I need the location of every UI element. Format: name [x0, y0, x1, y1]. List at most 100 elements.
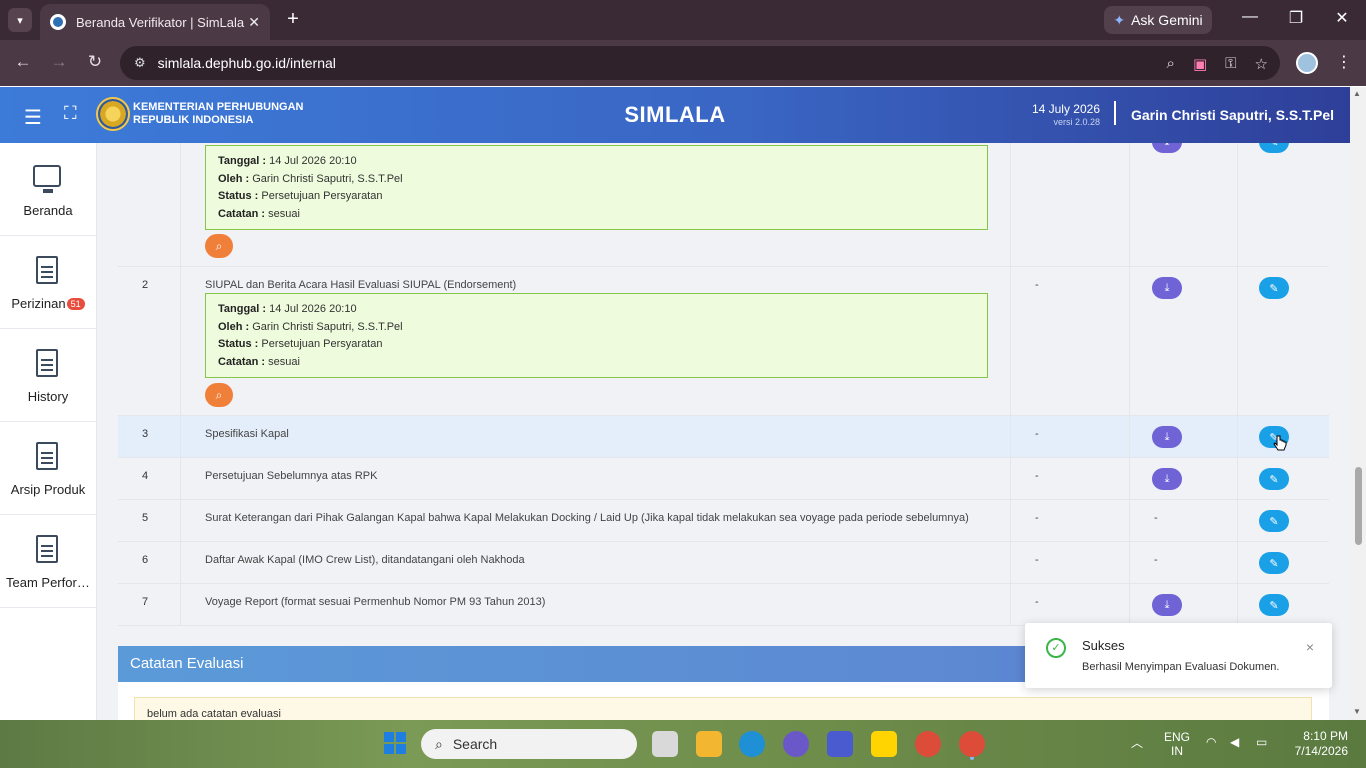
document-icon — [36, 442, 58, 470]
browser-menu-icon[interactable]: ⋮ — [1336, 52, 1352, 72]
table-row: 6 Daftar Awak Kapal (IMO Crew List), dit… — [118, 542, 1329, 584]
edit-button[interactable]: ✎ — [1259, 510, 1289, 532]
sidebar-item-arsip-produk[interactable]: Arsip Produk — [0, 422, 96, 515]
toast-close-icon[interactable]: × — [1306, 639, 1314, 655]
restore-icon[interactable]: ❐ — [1284, 8, 1308, 28]
taskbar-search[interactable]: ⌕ Search — [421, 729, 637, 759]
table-row: 4 Persetujuan Sebelumnya atas RPK - ⤓ ✎ — [118, 458, 1329, 500]
verification-info-box: Tanggal : 14 Jul 2026 20:10 Oleh : Garin… — [205, 293, 988, 378]
edge-browser-icon[interactable] — [739, 731, 765, 757]
scroll-up-icon[interactable]: ▲ — [1353, 89, 1361, 98]
camera-app-icon[interactable] — [827, 731, 853, 757]
edit-button[interactable]: ✎ — [1259, 468, 1289, 490]
tanggal-value: 14 Jul 2026 20:10 — [269, 155, 357, 167]
catatan-label: Catatan : — [218, 355, 266, 368]
task-view-icon[interactable] — [652, 731, 678, 757]
check-circle-icon: ✓ — [1046, 638, 1066, 658]
document-name: Spesifikasi Kapal — [205, 428, 289, 440]
search-icon: ⌕ — [435, 735, 443, 752]
volume-icon[interactable]: ◀ — [1230, 735, 1239, 749]
oleh-value: Garin Christi Saputri, S.S.T.Pel — [252, 172, 403, 185]
taskbar-clock[interactable]: 8:10 PM 7/14/2026 — [1292, 729, 1348, 759]
app-icon[interactable] — [783, 731, 809, 757]
sidebar-item-label: Perizinan — [11, 296, 66, 311]
table-row: 3 Spesifikasi Kapal - ⤓ ✎ — [118, 416, 1329, 458]
hamburger-menu-icon[interactable]: ☰ — [24, 105, 42, 130]
windows-start-icon[interactable] — [384, 732, 406, 754]
oleh-label: Oleh : — [218, 320, 250, 333]
ministry-logo — [96, 97, 130, 131]
header-separator — [1114, 101, 1116, 125]
fullscreen-icon[interactable]: ⛶ — [64, 103, 77, 124]
edit-button[interactable]: ✎ — [1259, 143, 1289, 153]
file-explorer-icon[interactable] — [696, 731, 722, 757]
site-info-icon[interactable]: ⚙ — [134, 55, 146, 71]
minimize-icon[interactable]: — — [1238, 8, 1262, 26]
password-key-icon[interactable]: ⚿ — [1225, 55, 1236, 73]
wifi-icon[interactable]: ◠ — [1206, 735, 1216, 749]
user-name[interactable]: Garin Christi Saputri, S.S.T.Pel — [1131, 107, 1334, 123]
document-name: Voyage Report (format sesuai Permenhub N… — [205, 596, 546, 608]
back-icon[interactable]: ← — [12, 52, 34, 72]
bookmark-star-icon[interactable]: ☆ — [1255, 55, 1268, 73]
sidebar-item-beranda[interactable]: Beranda — [0, 143, 96, 236]
install-app-icon[interactable]: ▣ — [1193, 55, 1207, 73]
scroll-down-icon[interactable]: ▼ — [1353, 707, 1361, 716]
address-bar[interactable]: ⚙ simlala.dephub.go.id/internal — [120, 46, 1280, 80]
toast-title: Sukses — [1082, 638, 1125, 653]
zoom-icon[interactable]: ⌕ — [1167, 55, 1175, 73]
tab-title: Beranda Verifikator | SimLala — [76, 14, 245, 30]
table-row: 2 SIUPAL dan Berita Acara Hasil Evaluasi… — [118, 267, 1329, 416]
tab-close-icon[interactable]: ✕ — [248, 14, 260, 31]
battery-icon[interactable]: ▭ — [1256, 735, 1267, 749]
sticky-notes-icon[interactable] — [871, 731, 897, 757]
sidebar-item-history[interactable]: History — [0, 329, 96, 422]
toast-message: Berhasil Menyimpan Evaluasi Dokumen. — [1082, 661, 1280, 673]
download-button[interactable]: ⤓ — [1152, 143, 1182, 153]
new-tab-button[interactable]: + — [282, 8, 304, 30]
forward-icon[interactable]: → — [48, 52, 70, 72]
chrome-icon[interactable] — [915, 731, 941, 757]
reload-icon[interactable]: ↻ — [84, 52, 106, 72]
sidebar-item-perizinan[interactable]: Perizinan 51 — [0, 236, 96, 329]
download-button[interactable]: ⤓ — [1152, 277, 1182, 299]
download-cell: ⤓ — [1130, 143, 1238, 266]
sidebar: Beranda Perizinan 51 History Arsip Produk… — [0, 143, 97, 720]
preview-button[interactable]: ⌕ — [205, 383, 233, 407]
perizinan-count-badge: 51 — [66, 298, 85, 310]
chrome-active-icon[interactable] — [959, 731, 985, 757]
preview-button[interactable]: ⌕ — [205, 234, 233, 258]
edit-button[interactable]: ✎ — [1259, 277, 1289, 299]
status-value: Persetujuan Persyaratan — [261, 190, 383, 202]
download-button[interactable]: ⤓ — [1152, 594, 1182, 616]
catatan-label: Catatan : — [218, 207, 266, 220]
download-button[interactable]: ⤓ — [1152, 426, 1182, 448]
tray-chevron-icon[interactable]: ︿ — [1131, 734, 1143, 751]
document-name: SIUPAL dan Berita Acara Hasil Evaluasi S… — [205, 279, 517, 291]
browser-tab[interactable]: Beranda Verifikator | SimLala ✕ — [40, 4, 270, 40]
row-status-cell: - — [1010, 584, 1130, 625]
tanggal-value: 14 Jul 2026 20:10 — [269, 303, 357, 315]
monitor-icon — [33, 165, 61, 193]
app-header: ☰ ⛶ KEMENTERIAN PERHUBUNGAN REPUBLIK IND… — [0, 87, 1350, 143]
window-close-icon[interactable]: ✕ — [1330, 8, 1354, 28]
page-scrollbar[interactable]: ▲ ▼ — [1350, 87, 1366, 720]
edit-button[interactable]: ✎ — [1259, 594, 1289, 616]
row-number: 6 — [118, 542, 181, 583]
success-toast: ✓ Sukses Berhasil Menyimpan Evaluasi Dok… — [1025, 623, 1332, 688]
edit-button[interactable]: ✎ — [1259, 552, 1289, 574]
download-button[interactable]: ⤓ — [1152, 468, 1182, 490]
sidebar-item-label: Team Performance — [6, 575, 96, 590]
tab-search-button[interactable]: ▾ — [8, 8, 32, 32]
download-cell: ⤓ — [1130, 584, 1238, 625]
row-status-cell: - — [1010, 500, 1130, 541]
ask-gemini-button[interactable]: ✦ Ask Gemini — [1104, 6, 1212, 34]
scroll-thumb[interactable] — [1355, 467, 1362, 545]
sidebar-item-team-performance[interactable]: Team Performance — [0, 515, 96, 608]
language-indicator[interactable]: ENG IN — [1164, 730, 1190, 758]
profile-avatar[interactable] — [1296, 52, 1318, 74]
row-status-cell — [1010, 143, 1130, 266]
row-number — [118, 143, 181, 266]
status-value: Persetujuan Persyaratan — [261, 338, 383, 350]
tanggal-label: Tanggal : — [218, 303, 267, 315]
